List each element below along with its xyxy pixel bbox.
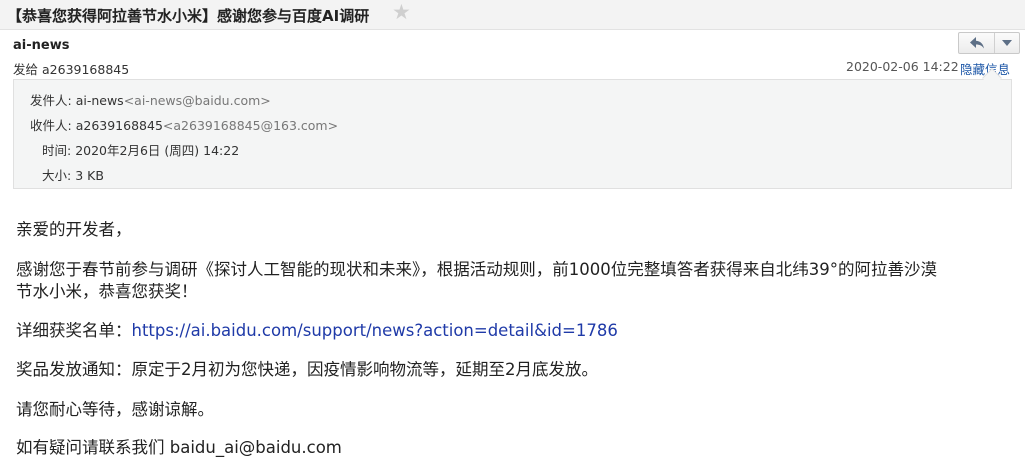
body-greeting: 亲爱的开发者， — [16, 220, 132, 239]
detail-time-row: 时间: 2020年2月6日 (周四) 14:22 — [42, 140, 239, 159]
award-list-label: 详细获奖名单： — [16, 321, 132, 340]
more-actions-button[interactable] — [996, 33, 1019, 53]
time-value: 2020年2月6日 (周四) 14:22 — [75, 143, 240, 158]
detail-to-row: 收件人: a2639168845<a2639168845@163.com> — [30, 115, 338, 134]
to-label: 收件人: — [30, 118, 72, 133]
body-paragraph-line-2: 节水小米，恭喜您获奖！ — [16, 282, 198, 301]
detail-from-row: 发件人: ai-news<ai-news@baidu.com> — [30, 90, 271, 109]
award-list-link[interactable]: https://ai.baidu.com/support/news?action… — [132, 321, 618, 340]
from-address[interactable]: <ai-news@baidu.com> — [124, 93, 271, 108]
subject-bar: 【恭喜您获得阿拉善节水小米】感谢您参与百度AI调研 ★ — [0, 0, 1025, 30]
reply-icon — [970, 37, 984, 49]
body-patience: 请您耐心等待，感谢谅解。 — [16, 400, 214, 419]
message-actions — [958, 32, 1020, 54]
body-notice: 奖品发放通知：原定于2月初为您快递，因疫情影响物流等，延期至2月底发放。 — [16, 360, 598, 379]
email-subject: 【恭喜您获得阿拉善节水小米】感谢您参与百度AI调研 — [7, 7, 370, 25]
from-name[interactable]: ai-news — [76, 93, 124, 108]
to-address[interactable]: <a2639168845@163.com> — [163, 118, 338, 133]
detail-size-row: 大小: 3 KB — [42, 165, 104, 184]
size-value: 3 KB — [75, 168, 104, 183]
from-label: 发件人: — [30, 93, 72, 108]
time-label: 时间: — [42, 143, 72, 158]
recipient-name[interactable]: a2639168845 — [42, 62, 129, 77]
chevron-down-icon — [1002, 40, 1012, 46]
body-paragraph-line-1: 感谢您于春节前参与调研《探讨人工智能的现状和未来》，根据活动规则，前1000位完… — [16, 260, 937, 279]
sender-name[interactable]: ai-news — [13, 38, 69, 53]
recipient-line: 发给 a2639168845 — [13, 59, 129, 78]
reply-button[interactable] — [959, 33, 995, 53]
to-name[interactable]: a2639168845 — [76, 118, 163, 133]
recipient-prefix: 发给 — [13, 62, 39, 77]
email-date: 2020-02-06 14:22 — [846, 59, 959, 74]
body-contact: 如有疑问请联系我们 baidu_ai@baidu.com — [16, 438, 342, 457]
body-award-list-line: 详细获奖名单：https://ai.baidu.com/support/news… — [16, 317, 618, 341]
star-icon[interactable]: ★ — [392, 2, 411, 23]
size-label: 大小: — [42, 168, 72, 183]
